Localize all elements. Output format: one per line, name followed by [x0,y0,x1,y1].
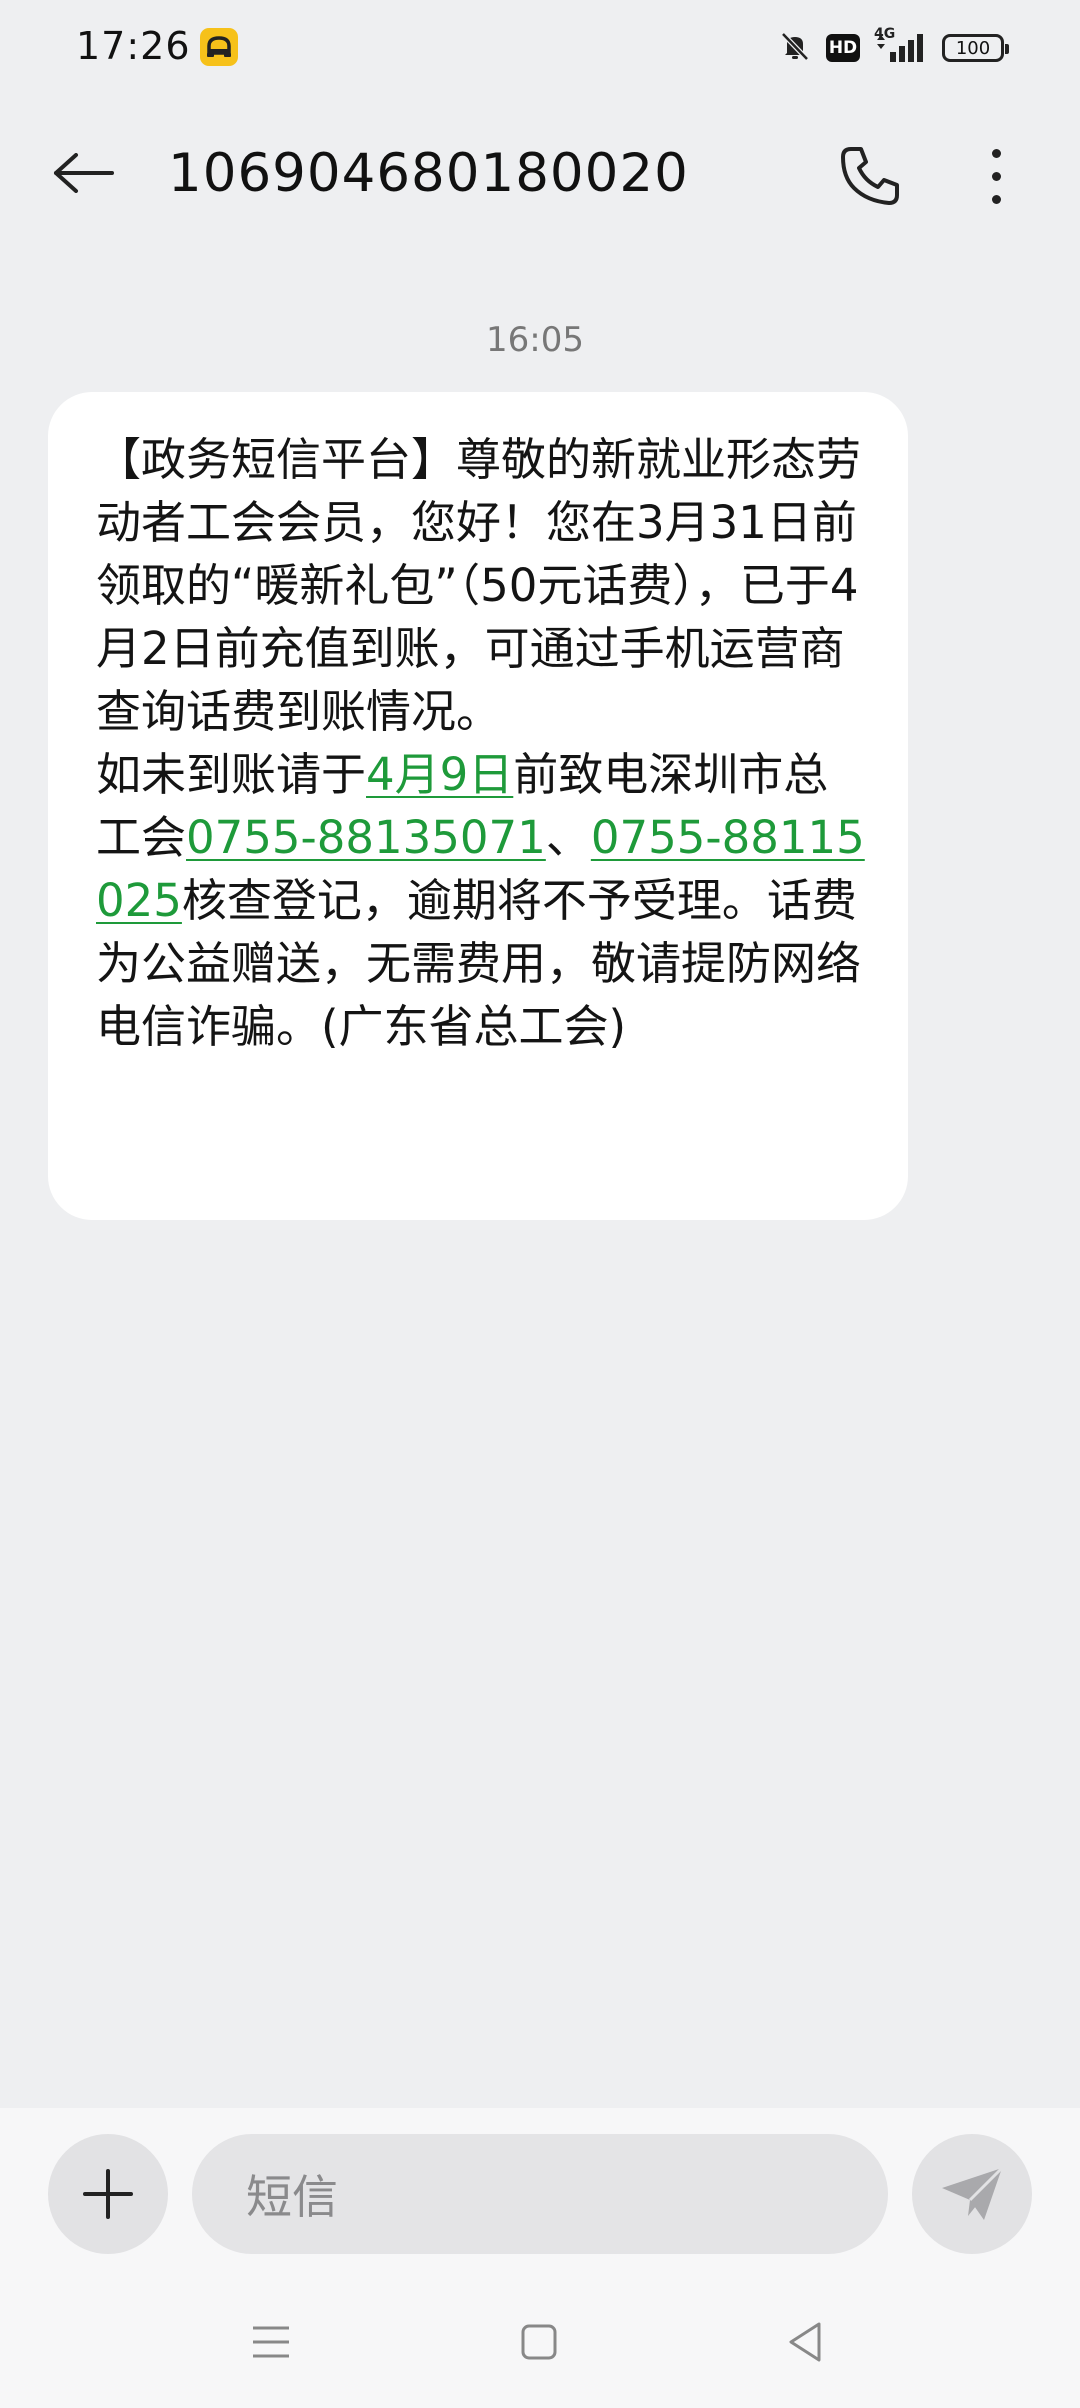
plus-icon [83,2169,133,2219]
system-nav-bar [0,2300,1080,2380]
phone-link-1[interactable]: 0755-88135071 [186,811,546,864]
send-button[interactable] [912,2134,1032,2254]
home-button[interactable] [504,2310,574,2374]
home-square-icon [521,2324,557,2360]
send-icon [942,2166,1004,2220]
message-part1: 【政务短信平台】尊敬的新就业形态劳动者工会会员，您好！您在3月31日前领取的“暖… [96,433,862,738]
add-attachment-button[interactable] [48,2134,168,2254]
message-timestamp: 16:05 [486,320,584,360]
phone-icon [841,147,899,205]
menu-icon [253,2326,289,2358]
more-options-button[interactable] [968,134,1024,218]
date-link[interactable]: 4月9日 [366,748,513,801]
back-triangle-icon [789,2322,821,2362]
message-part2-suffix: 核查登记，逾期将不予受理。话费为公益赠送，无需费用，敬请提防网络电信诈骗。(广东… [96,874,862,1053]
battery-icon: 100 [942,34,1009,62]
contact-number-title: 106904680180020 [168,143,689,204]
mute-bell-icon [778,29,812,67]
arrow-left-icon [54,153,114,193]
status-time: 17:26 [76,24,191,68]
status-bar: 17:26 HD 4G 100 [0,0,1080,96]
sms-input[interactable]: 短信 [192,2134,888,2254]
message-separator: 、 [545,811,591,864]
message-text: 【政务短信平台】尊敬的新就业形态劳动者工会会员，您好！您在3月31日前领取的“暖… [96,428,868,1058]
recent-apps-button[interactable] [236,2310,306,2374]
hd-icon: HD [826,34,860,62]
call-button[interactable] [828,134,912,218]
more-vertical-icon [991,148,1001,158]
yellow-app-icon [200,28,238,66]
back-button[interactable] [44,138,124,208]
back-nav-button[interactable] [770,2310,840,2374]
message-part2-prefix: 如未到账请于 [96,748,367,801]
conversation-header: 106904680180020 [0,110,1080,240]
4g-signal-icon: 4G [874,26,928,66]
message-bubble[interactable]: 【政务短信平台】尊敬的新就业形态劳动者工会会员，您好！您在3月31日前领取的“暖… [48,392,908,1220]
composer-bar: 短信 [0,2108,1080,2408]
